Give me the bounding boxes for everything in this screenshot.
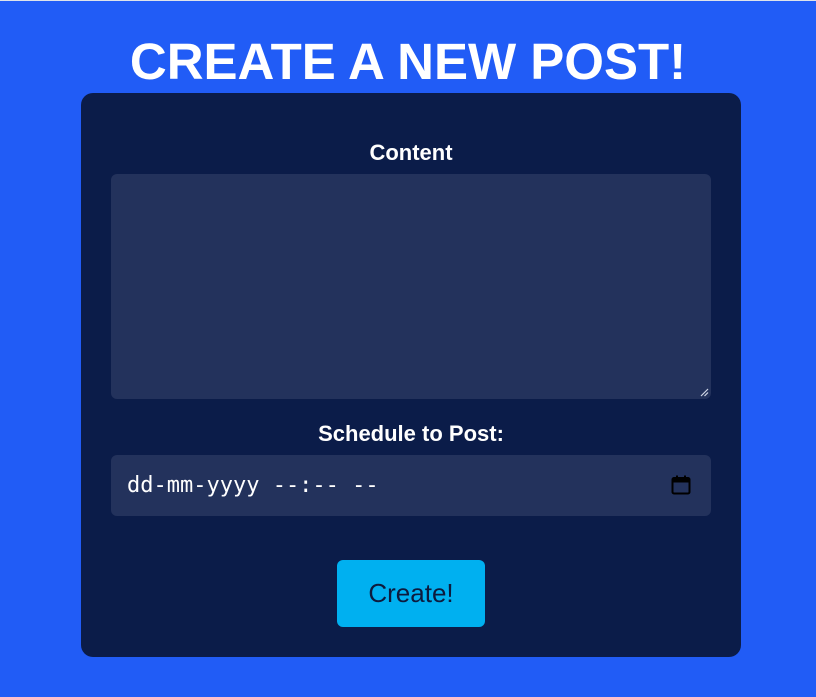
content-label: Content	[369, 140, 453, 165]
resize-handle-icon[interactable]	[699, 387, 709, 397]
page-title: CREATE A NEW POST!	[129, 33, 687, 90]
calendar-icon[interactable]	[670, 474, 692, 496]
schedule-datetime-input[interactable]: dd-mm-yyyy --:-- --	[111, 455, 711, 516]
content-textarea[interactable]	[111, 174, 711, 399]
schedule-label: Schedule to Post:	[318, 421, 504, 446]
schedule-datetime-value: dd-mm-yyyy --:-- --	[127, 473, 379, 498]
create-post-form: Content Schedule to Post: dd-mm-yyyy --:…	[81, 93, 741, 657]
create-button[interactable]: Create!	[337, 560, 485, 627]
